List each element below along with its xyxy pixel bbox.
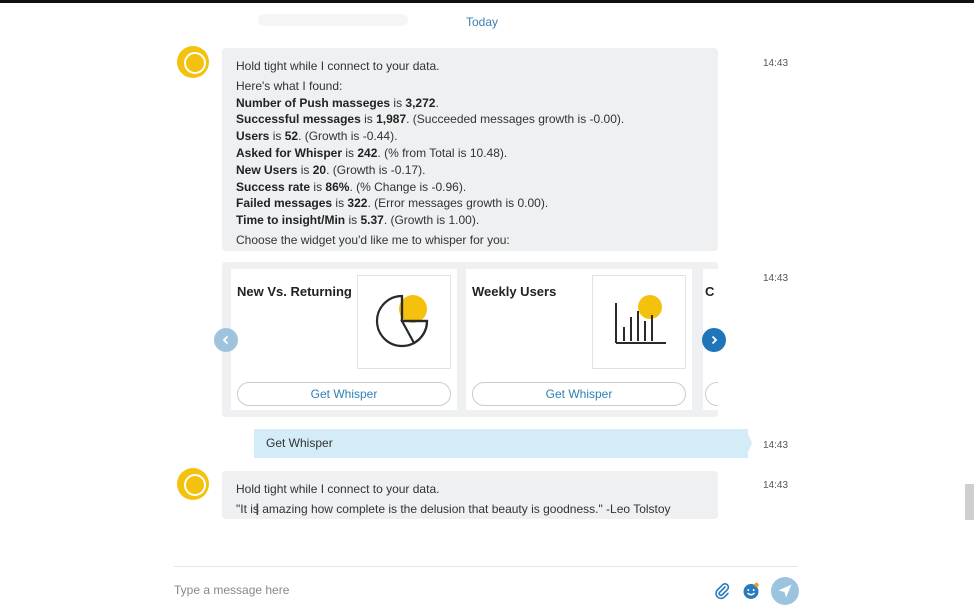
text-cursor-icon: I [255, 500, 260, 519]
user-message-bubble: Get Whisper [254, 429, 748, 458]
scrollbar-thumb[interactable] [965, 484, 974, 520]
message-quote: "It is amazing how complete is the delus… [236, 501, 671, 516]
widget-card-weekly-users: Weekly Users Get Whisper [466, 269, 692, 410]
card-title: New Vs. Returning [237, 284, 352, 299]
bot-avatar [177, 46, 209, 78]
message-intro: Hold tight while I connect to your data. [236, 482, 440, 496]
send-icon [778, 584, 792, 598]
card-title: Weekly Users [472, 284, 557, 299]
date-separator: Today [465, 15, 499, 29]
stat-line: Successful messages is 1,987. (Succeeded… [236, 112, 625, 127]
get-whisper-button[interactable]: Get Whisper [472, 382, 686, 406]
stat-line: Failed messages is 322. (Error messages … [236, 196, 549, 211]
stat-line: New Users is 20. (Growth is -0.17). [236, 162, 426, 177]
message-timestamp: 14:43 [763, 58, 789, 69]
message-timestamp: 14:43 [763, 480, 789, 491]
bot-avatar [177, 468, 209, 500]
message-input[interactable] [174, 580, 674, 600]
message-prompt: Choose the widget you'd like me to whisp… [236, 232, 510, 247]
chevron-right-icon [711, 335, 718, 345]
message-intro: Hold tight while I connect to your data. [236, 59, 440, 73]
window-top-border [0, 0, 974, 3]
get-whisper-button-partial[interactable] [705, 382, 718, 406]
card-title: C [705, 284, 715, 299]
user-bubble-tail [746, 429, 752, 457]
message-timestamp: 14:43 [763, 273, 789, 284]
widget-card-new-vs-returning: New Vs. Returning Get Whisper [231, 269, 457, 410]
stat-line: Success rate is 86%. (% Change is -0.96)… [236, 179, 467, 194]
bot-message-bubble: Hold tight while I connect to your data.… [222, 471, 718, 519]
emoji-button[interactable] [741, 581, 761, 601]
widget-carousel: New Vs. Returning Get Whisper Weekly Use… [222, 262, 718, 417]
attach-button[interactable] [712, 580, 732, 602]
carousel-next-button[interactable] [702, 328, 726, 352]
message-timestamp: 14:43 [763, 440, 789, 451]
pie-chart-icon [357, 275, 451, 369]
stat-line: Time to insight/Min is 5.37. (Growth is … [236, 213, 480, 228]
get-whisper-button[interactable]: Get Whisper [237, 382, 451, 406]
bot-message-bubble: Hold tight while I connect to your data.… [222, 48, 718, 251]
stat-line: Asked for Whisper is 242. (% from Total … [236, 145, 508, 160]
stat-line: Users is 52. (Growth is -0.44). [236, 129, 398, 144]
carousel-prev-button[interactable] [214, 328, 238, 352]
composer-divider [174, 566, 798, 567]
emoji-icon [743, 582, 759, 599]
bar-chart-icon [592, 275, 686, 369]
stat-line: Number of Push masseges is 3,272. [236, 95, 439, 110]
send-button[interactable] [771, 577, 799, 605]
message-found-label: Here's what I found: [236, 78, 343, 93]
chevron-left-icon [222, 335, 229, 345]
paperclip-icon [715, 583, 730, 600]
